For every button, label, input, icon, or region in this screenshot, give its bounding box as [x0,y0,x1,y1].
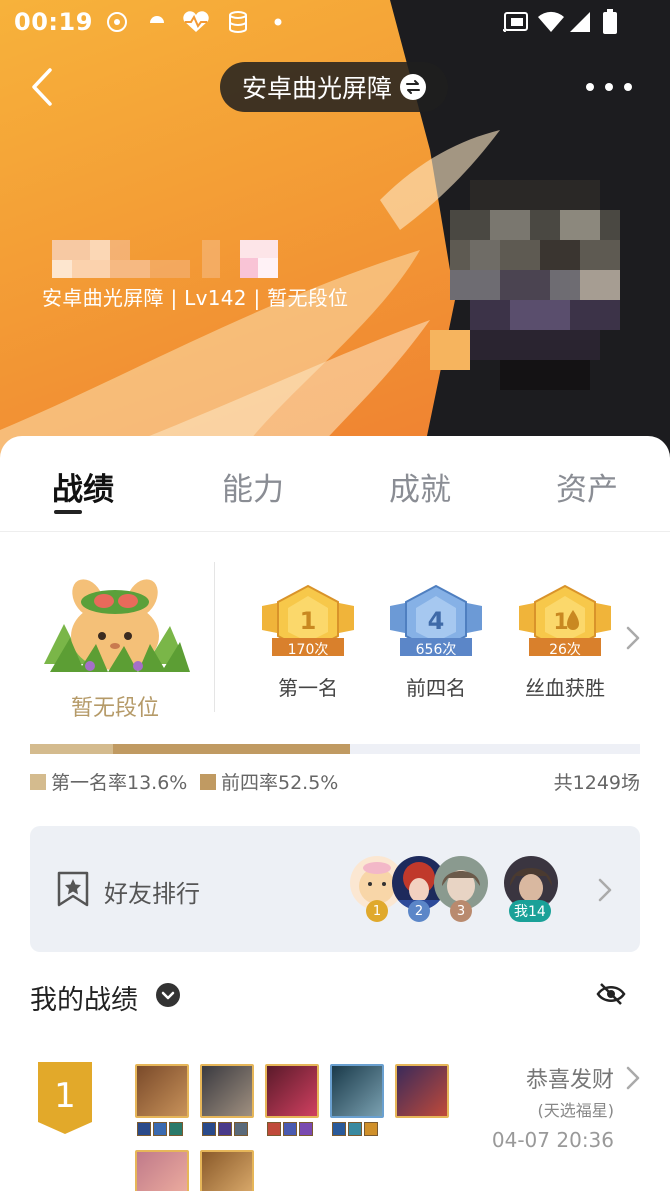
profile-banner: 00:19 安卓曲光屏障 安卓曲光屏障 | Lv142 | 暂无段位 [0,0,670,470]
divider [214,562,215,712]
medal-first-label: 第一名 [278,676,338,700]
medals-more-button[interactable] [624,624,642,656]
status-time: 00:19 [14,8,93,36]
bookmark-star-icon [57,871,89,907]
medal-low-hp-label: 丝血获胜 [525,676,605,700]
champion-slot[interactable] [265,1064,319,1118]
champion-items [267,1122,313,1136]
champion-slot[interactable] [135,1150,189,1191]
more-dot [624,83,632,91]
player-info: 安卓曲光屏障 | Lv142 | 暂无段位 [42,286,349,310]
rank-label: 暂无段位 [70,696,159,721]
nickname-mosaic [52,240,282,280]
legend-swatch-top4 [200,773,216,790]
friend-rank-badge-2: 2 [408,900,430,922]
champion-slot[interactable]: ★★★ [135,1064,189,1118]
medal-first-count: 170次 [287,642,329,658]
signal-icon [566,8,594,36]
champion-slot[interactable] [200,1064,254,1118]
tab-record[interactable]: 战绩 [52,464,114,509]
database-icon [226,8,250,36]
chevron-right-icon [598,878,612,902]
champion-slot[interactable] [330,1064,384,1118]
dot-icon [270,8,286,36]
teemo-mascot-icon [44,579,190,672]
medal-low-hp-count: 26次 [549,642,581,658]
chevron-down-icon[interactable] [156,983,180,1007]
first-rate-fill [30,744,113,754]
hide-eye-icon[interactable] [596,980,626,1008]
placement-flag: 1 [38,1062,92,1134]
heart-pulse-icon [180,8,212,36]
champion-items [332,1122,378,1136]
page-title: 安卓曲光屏障 [241,74,392,103]
cast-icon [500,8,530,36]
medal-first[interactable]: 1 170次 [262,584,354,662]
match-time: 04-07 20:36 [491,1128,614,1152]
champion-items [202,1122,248,1136]
legend-top4: 前四率52.5% [200,768,338,795]
flower-icon [104,8,130,36]
back-button[interactable] [24,62,64,112]
wifi-icon [536,8,566,36]
medal-top4[interactable]: 4 656次 [390,584,482,662]
battery-icon [600,8,620,36]
chevron-right-icon [626,1066,640,1090]
svg-text:4: 4 [428,607,445,635]
friend-rank-badge-1: 1 [366,900,388,922]
tab-achievement[interactable]: 成就 [389,464,451,509]
friend-rank-badge-3: 3 [450,900,472,922]
svg-text:1: 1 [300,607,317,635]
switch-arrows-icon [400,74,426,100]
account-switcher[interactable]: 安卓曲光屏障 [220,62,448,112]
top4-rate-text: 前四率52.5% [221,772,339,794]
player-avatar-mosaic[interactable] [430,180,640,390]
first-rate-text: 第一名率13.6% [51,772,188,794]
friend-ranking-card[interactable]: 好友排行 1 2 3 我14 [30,826,640,952]
champion-slot[interactable] [200,1150,254,1191]
medal-low-hp-win[interactable]: 1 26次 [519,584,611,662]
status-bar: 00:19 [0,0,670,44]
tab-ability[interactable]: 能力 [222,464,284,509]
tab-active-indicator [54,510,82,514]
my-record-title: 我的战绩 [30,985,138,1016]
placement-number: 1 [54,1076,76,1116]
svg-text:1: 1 [553,610,568,635]
avatar [430,180,620,390]
umbrella-icon [146,8,168,36]
medal-top4-count: 656次 [415,642,457,658]
more-dot [605,83,613,91]
medal-top4-label: 前四名 [406,676,466,700]
top4-rate-fill [112,744,351,754]
chevron-right-icon [626,626,640,650]
champion-items [137,1122,183,1136]
match-detail-button[interactable] [624,1064,642,1096]
legend-swatch-first [30,773,46,790]
more-button[interactable] [586,72,632,102]
match-title: 恭喜发财 [525,1068,614,1093]
placement-rate-bar [30,744,640,754]
more-dots-icon [586,83,594,91]
friend-ranking-label: 好友排行 [104,880,200,908]
my-rank-badge: 我14 [509,900,551,922]
tab-bar: 战绩 能力 成就 资产 [0,436,670,532]
back-chevron-icon [32,68,52,106]
tab-assets[interactable]: 资产 [556,464,618,509]
champion-slot[interactable] [395,1064,449,1118]
match-subtitle: (天选福星) [537,1101,615,1120]
total-games: 共1249场 [553,772,640,794]
champion-stars: ★★★ [137,1066,187,1069]
legend-first: 第一名率13.6% [30,768,187,795]
